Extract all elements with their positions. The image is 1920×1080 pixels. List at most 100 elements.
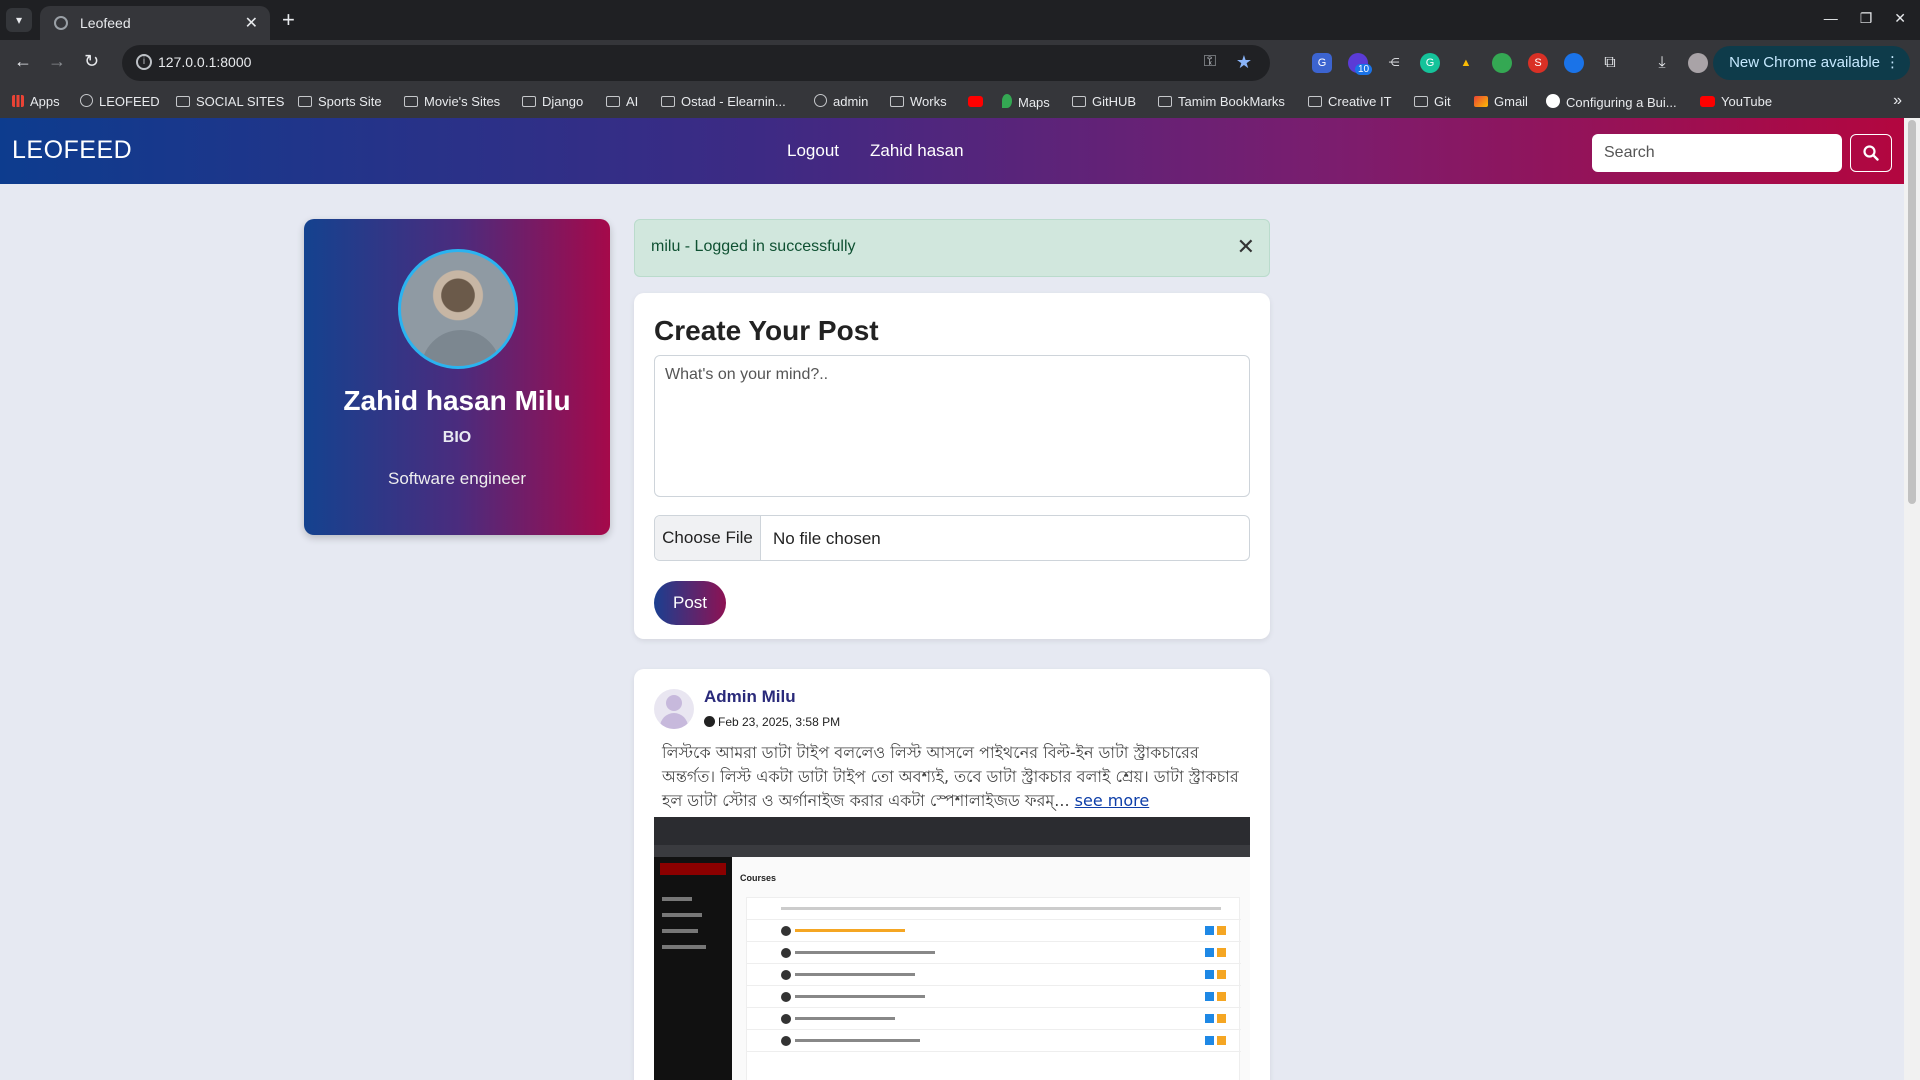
folder-icon (404, 96, 418, 107)
nav-logout-link[interactable]: Logout (787, 141, 839, 161)
image-sidebar (654, 857, 732, 1080)
post-button[interactable]: Post (654, 581, 726, 625)
profile-name: Zahid hasan Milu (343, 385, 571, 416)
close-icon[interactable]: ✕ (1237, 234, 1255, 260)
blue-extension-icon[interactable] (1564, 53, 1584, 73)
puzzle-extensions-icon[interactable]: ⧉ (1600, 53, 1620, 73)
search-button[interactable] (1850, 134, 1892, 172)
folder-icon (1414, 96, 1428, 107)
minimize-icon[interactable]: — (1824, 10, 1838, 27)
bookmark-ostad[interactable]: Ostad - Elearnin... (661, 94, 786, 109)
post-author[interactable]: Admin Milu (704, 687, 796, 707)
image-row-dot (781, 1036, 791, 1046)
file-input[interactable]: Choose File No file chosen (654, 515, 1250, 561)
close-window-icon[interactable]: ✕ (1894, 10, 1906, 27)
bookmark-configuring[interactable]: Configuring a Bui... (1546, 94, 1677, 110)
forward-icon[interactable]: → (48, 51, 66, 72)
browser-tab[interactable]: Leofeed ✕ (40, 6, 270, 40)
avatar-body-shape (421, 330, 501, 366)
password-key-icon[interactable]: ⚿ (1204, 53, 1216, 71)
bookmark-github[interactable]: GitHUB (1072, 94, 1136, 109)
bookmark-star-icon[interactable]: ★ (1236, 52, 1252, 73)
image-table-row (747, 1030, 1241, 1052)
new-chrome-label: New Chrome available (1729, 54, 1880, 71)
author-avatar[interactable] (654, 689, 694, 729)
translate-extension-icon[interactable]: G (1312, 53, 1332, 73)
page-scrollbar[interactable] (1904, 118, 1920, 1080)
menu-dots-icon[interactable]: ⋮ (1885, 46, 1900, 80)
reload-icon[interactable]: ↻ (84, 51, 99, 72)
create-post-card: Create Your Post Choose File No file cho… (634, 293, 1270, 639)
image-row-line (795, 995, 925, 998)
image-row-dot (781, 948, 791, 958)
vercel-icon (1546, 94, 1560, 108)
choose-file-button[interactable]: Choose File (655, 516, 761, 560)
bookmark-label: Works (910, 94, 947, 109)
red-extension-icon[interactable]: S (1528, 53, 1548, 73)
bookmark-label: Tamim BookMarks (1178, 94, 1285, 109)
post-timestamp: Feb 23, 2025, 3:58 PM (704, 715, 840, 729)
image-delete-icon (1217, 926, 1226, 935)
alert-message: milu - Logged in successfully (651, 238, 856, 255)
see-more-link[interactable]: see more (1075, 791, 1150, 810)
bookmark-label: Gmail (1494, 94, 1528, 109)
grammarly-icon[interactable]: G (1420, 53, 1440, 73)
bookmark-sports-site[interactable]: Sports Site (298, 94, 382, 109)
image-row-line (795, 951, 935, 954)
image-sidebar-line (662, 929, 698, 933)
bookmark-movies-sites[interactable]: Movie's Sites (404, 94, 500, 109)
image-sidebar-line (662, 945, 706, 949)
new-chrome-available-button[interactable]: New Chrome available ⋮ (1713, 46, 1910, 80)
image-table-row (747, 1008, 1241, 1030)
bookmark-label: Ostad - Elearnin... (681, 94, 786, 109)
brand-logo[interactable]: LEOFEED (12, 136, 132, 165)
profile-avatar-icon[interactable] (1688, 53, 1708, 73)
bookmark-creative-it[interactable]: Creative IT (1308, 94, 1392, 109)
scrollbar-thumb[interactable] (1908, 120, 1916, 504)
post-image[interactable]: Courses (654, 817, 1250, 1080)
folder-icon (298, 96, 312, 107)
back-icon[interactable]: ← (14, 51, 32, 72)
address-bar[interactable]: i 127.0.0.1:8000 ⚿ ★ (122, 45, 1270, 81)
bookmark-label: SOCIAL SITES (196, 94, 285, 109)
bookmark-django[interactable]: Django (522, 94, 583, 109)
post-content-textarea[interactable] (654, 355, 1250, 497)
android-extension-icon[interactable] (1492, 53, 1512, 73)
bookmark-admin[interactable]: admin (814, 94, 868, 109)
bookmark-gmail[interactable]: Gmail (1474, 94, 1528, 109)
bookmark-leofeed[interactable]: LEOFEED (80, 94, 160, 109)
tab-close-icon[interactable]: ✕ (245, 13, 258, 33)
globe-icon (814, 94, 827, 107)
tab-list-button[interactable]: ▾ (6, 8, 32, 32)
share-extension-icon[interactable]: ⋲ (1384, 53, 1404, 73)
browser-toolbar: ← → ↻ i 127.0.0.1:8000 ⚿ ★ G 10 ⋲ G ▲ S … (0, 40, 1920, 86)
bookmark-label: Creative IT (1328, 94, 1392, 109)
bookmark-label: LEOFEED (99, 94, 160, 109)
site-info-icon[interactable]: i (136, 54, 152, 70)
bookmark-maps[interactable]: Maps (1002, 94, 1050, 110)
bookmark-git[interactable]: Git (1414, 94, 1451, 109)
bookmark-tamim[interactable]: Tamim BookMarks (1158, 94, 1285, 109)
more-bookmarks-icon[interactable]: » (1893, 92, 1902, 110)
search-input[interactable] (1592, 134, 1842, 172)
bookmark-ai[interactable]: AI (606, 94, 638, 109)
download-icon[interactable]: ⤓ (1652, 53, 1672, 73)
bookmark-youtube[interactable]: YouTube (1700, 94, 1772, 109)
extension-badge: 10 (1355, 64, 1373, 75)
bookmark-label: AI (626, 94, 639, 109)
new-tab-button[interactable]: + (282, 7, 295, 33)
folder-icon (176, 96, 190, 107)
bookmark-works[interactable]: Works (890, 94, 947, 109)
image-table-row (747, 986, 1241, 1008)
image-edit-icon (1205, 1014, 1214, 1023)
file-status-text: No file chosen (773, 529, 881, 548)
bookmark-youtube-video[interactable] (968, 94, 989, 109)
nav-profile-link[interactable]: Zahid hasan (870, 141, 964, 161)
restore-icon[interactable]: ❐ (1860, 10, 1873, 27)
bookmark-social-sites[interactable]: SOCIAL SITES (176, 94, 284, 109)
avatar-torso-shape (660, 713, 688, 729)
image-sidebar-line (662, 897, 692, 901)
drive-icon[interactable]: ▲ (1456, 53, 1476, 73)
bookmark-apps[interactable]: Apps (12, 94, 60, 109)
tab-title: Leofeed (80, 15, 131, 31)
